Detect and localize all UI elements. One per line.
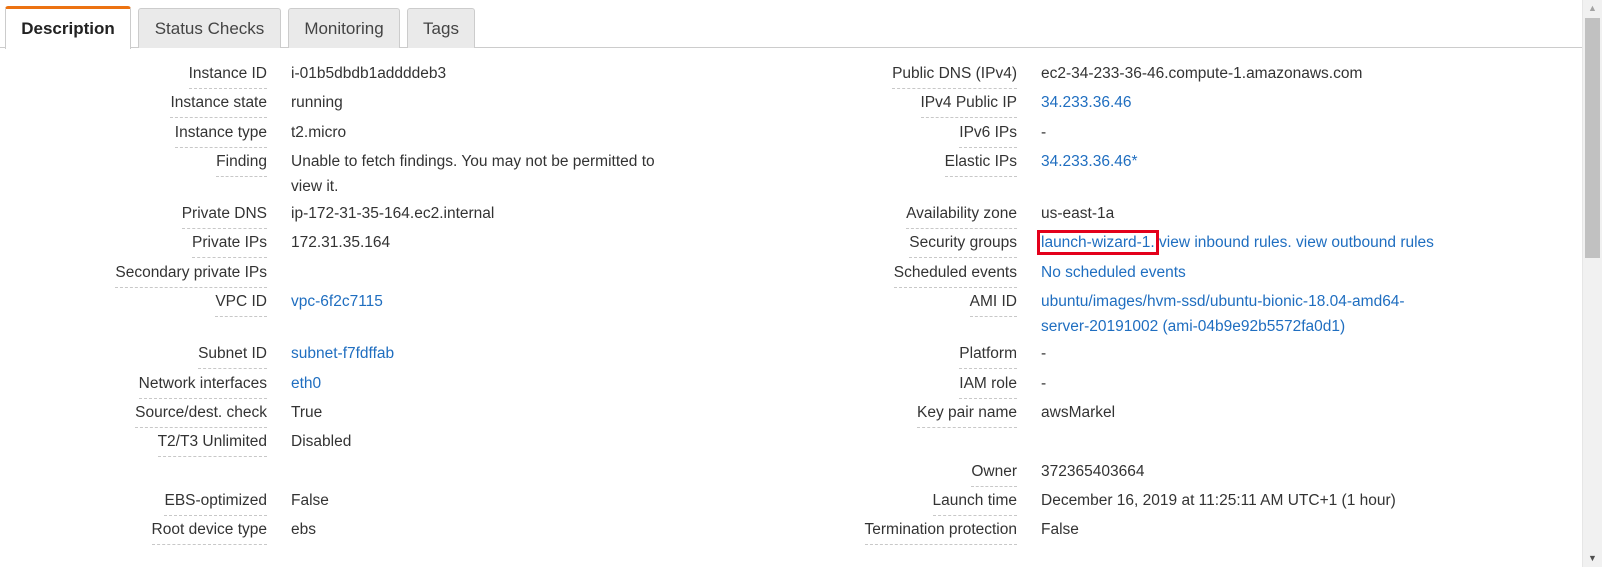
label-instance-id: Instance ID [188,65,267,89]
label-availability-zone: Availability zone [906,205,1017,229]
security-group-link[interactable]: launch-wizard-1. [1037,230,1159,255]
value-iam-role: - [1041,375,1047,392]
value-availability-zone: us-east-1a [1041,205,1115,222]
label-security-groups: Security groups [909,234,1017,258]
label-t2t3-unlimited: T2/T3 Unlimited [157,433,267,457]
subnet-id-link[interactable]: subnet-f7fdffab [291,341,394,366]
label-root-device-type: Root device type [151,521,267,545]
tab-status-checks[interactable]: Status Checks [138,8,281,48]
value-instance-state: running [291,94,343,111]
scroll-down-arrow-icon[interactable]: ▼ [1583,550,1602,567]
label-vpc-id: VPC ID [215,293,267,317]
network-interface-link[interactable]: eth0 [291,371,321,396]
ami-id-link-line1[interactable]: ubuntu/images/hvm-ssd/ubuntu-bionic-18.0… [1041,289,1405,314]
value-ebs-optimized: False [291,492,329,509]
value-termination-protection: False [1041,521,1079,538]
detail-tabs: Description Status Checks Monitoring Tag… [0,0,1582,49]
value-platform: - [1041,345,1047,362]
label-key-pair-name: Key pair name [917,404,1017,428]
value-owner: 372365403664 [1041,463,1145,480]
label-private-ips: Private IPs [192,234,267,258]
value-private-ips: 172.31.35.164 [291,234,391,251]
vpc-id-link[interactable]: vpc-6f2c7115 [291,289,383,314]
scheduled-events-link[interactable]: No scheduled events [1041,260,1186,285]
label-ipv4-public-ip: IPv4 Public IP [920,94,1017,118]
value-security-groups: launch-wizard-1. view inbound rules. vie… [1037,230,1434,255]
view-inbound-rules-link[interactable]: view inbound rules. [1159,234,1292,251]
label-network-interfaces: Network interfaces [138,375,267,399]
elastic-ips-link[interactable]: 34.233.36.46* [1041,149,1138,174]
label-ebs-optimized: EBS-optimized [164,492,267,516]
label-launch-time: Launch time [932,492,1017,516]
label-instance-state: Instance state [170,94,267,118]
value-source-dest-check: True [291,404,323,421]
value-private-dns: ip-172-31-35-164.ec2.internal [291,205,495,222]
label-scheduled-events: Scheduled events [893,264,1017,288]
value-ipv6-ips: - [1041,124,1047,141]
ipv4-public-ip-link[interactable]: 34.233.36.46 [1041,90,1132,115]
label-public-dns: Public DNS (IPv4) [892,65,1017,89]
vertical-scrollbar[interactable]: ▲ ▼ [1582,0,1602,567]
label-iam-role: IAM role [959,375,1017,399]
view-outbound-rules-link[interactable]: view outbound rules [1296,234,1434,251]
label-secondary-private-ips: Secondary private IPs [115,264,267,288]
scroll-up-arrow-icon[interactable]: ▲ [1583,0,1602,17]
label-source-dest-check: Source/dest. check [135,404,267,428]
value-launch-time: December 16, 2019 at 11:25:11 AM UTC+1 (… [1041,492,1396,509]
tab-monitoring[interactable]: Monitoring [288,8,400,48]
label-platform: Platform [959,345,1017,369]
value-finding-line1: Unable to fetch findings. You may not be… [291,153,655,170]
label-subnet-id: Subnet ID [198,345,267,369]
label-elastic-ips: Elastic IPs [944,153,1017,177]
value-finding-line2: view it. [291,178,339,195]
label-finding: Finding [216,153,267,177]
value-instance-type: t2.micro [291,124,347,141]
label-instance-type: Instance type [174,124,267,148]
value-root-device-type: ebs [291,521,316,538]
value-t2t3-unlimited: Disabled [291,433,352,450]
label-private-dns: Private DNS [181,205,267,229]
value-public-dns: ec2-34-233-36-46.compute-1.amazonaws.com [1041,65,1363,82]
label-ami-id: AMI ID [969,293,1017,317]
tab-description[interactable]: Description [5,6,131,49]
value-instance-id: i-01b5dbdb1addddeb3 [291,65,447,82]
tab-tags[interactable]: Tags [407,8,475,48]
value-key-pair-name: awsMarkel [1041,404,1116,421]
scrollbar-thumb[interactable] [1585,18,1600,258]
label-owner: Owner [971,463,1017,487]
label-ipv6-ips: IPv6 IPs [959,124,1017,148]
label-termination-protection: Termination protection [864,521,1017,545]
ami-id-link-line2[interactable]: server-20191002 (ami-04b9e92b5572fa0d1) [1041,314,1345,339]
